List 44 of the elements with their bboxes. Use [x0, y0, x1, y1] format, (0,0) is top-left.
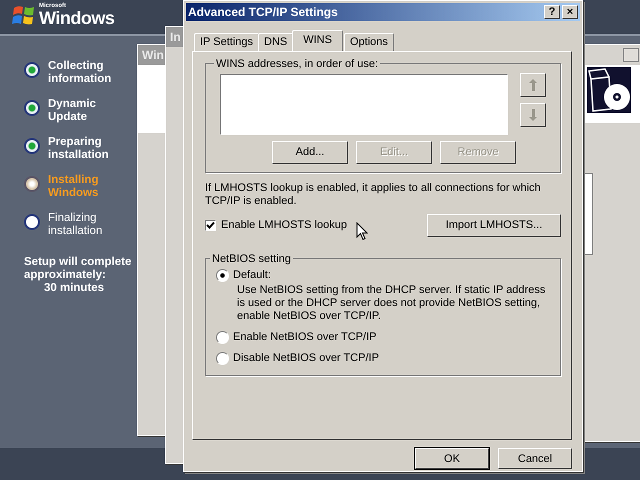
tab[interactable]: IP Settings — [194, 32, 259, 51]
checkbox[interactable] — [205, 220, 216, 231]
step-label: Collecting information — [48, 60, 112, 86]
tab[interactable]: Options — [344, 32, 394, 51]
step-label: Dynamic Update — [48, 98, 97, 124]
up-arrow-icon — [528, 78, 538, 91]
step-label: Finalizing installation — [48, 212, 104, 238]
estimate-text: 30 minutes — [43, 282, 106, 295]
help-button[interactable]: ? — [544, 4, 560, 19]
import-button[interactable]: Import LMHOSTS... — [427, 214, 561, 237]
step-label: Installing Windows — [48, 174, 100, 200]
status-dot — [24, 214, 40, 230]
estimate-text: Setup will complete — [24, 256, 132, 269]
estimate-text: approximately: — [24, 269, 107, 282]
radio-button[interactable] — [216, 330, 229, 344]
status-dot — [24, 100, 40, 116]
window-title: Advanced TCP/IP Settings — [188, 4, 338, 19]
move-down-button[interactable] — [520, 102, 546, 127]
down-arrow-icon — [528, 108, 538, 121]
radio-label: Default: — [233, 269, 271, 282]
dialog-button[interactable]: Add... — [272, 140, 348, 164]
radio-label: Disable NetBIOS over TCP/IP — [233, 352, 379, 364]
radio-button[interactable] — [216, 268, 229, 282]
step-label: Preparing installation — [48, 136, 110, 162]
status-dot — [24, 62, 40, 78]
group-title: NetBIOS setting — [211, 252, 292, 265]
close-button[interactable]: × — [562, 4, 578, 19]
tab[interactable]: DNS — [258, 32, 294, 51]
logo-wordmark: Windows — [39, 9, 114, 27]
check-icon — [206, 220, 215, 230]
option-description: Use NetBIOS setting from the DHCP server. If static IP address is used or the DHCP server does not provide NetBIOS setting, enable NetBIOS over TCP/IP. — [236, 284, 546, 323]
windows-flag-icon — [12, 4, 36, 26]
info-text: If LMHOSTS lookup is enabled, it applies to all connections for which TCP/IP is enabled. — [205, 182, 542, 208]
status-dot — [24, 138, 40, 154]
close-button[interactable] — [623, 48, 639, 62]
dialog-button[interactable]: OK — [415, 448, 489, 469]
checkbox-label: Enable LMHOSTS lookup — [221, 219, 347, 232]
radio-label: Enable NetBIOS over TCP/IP — [233, 331, 376, 344]
radio-button[interactable] — [216, 352, 229, 365]
status-dot — [24, 176, 40, 192]
tab[interactable]: WINS — [292, 30, 343, 51]
dialog-button[interactable]: Cancel — [498, 448, 572, 469]
mouse-pointer-icon — [356, 222, 368, 241]
move-up-button[interactable] — [520, 72, 546, 97]
